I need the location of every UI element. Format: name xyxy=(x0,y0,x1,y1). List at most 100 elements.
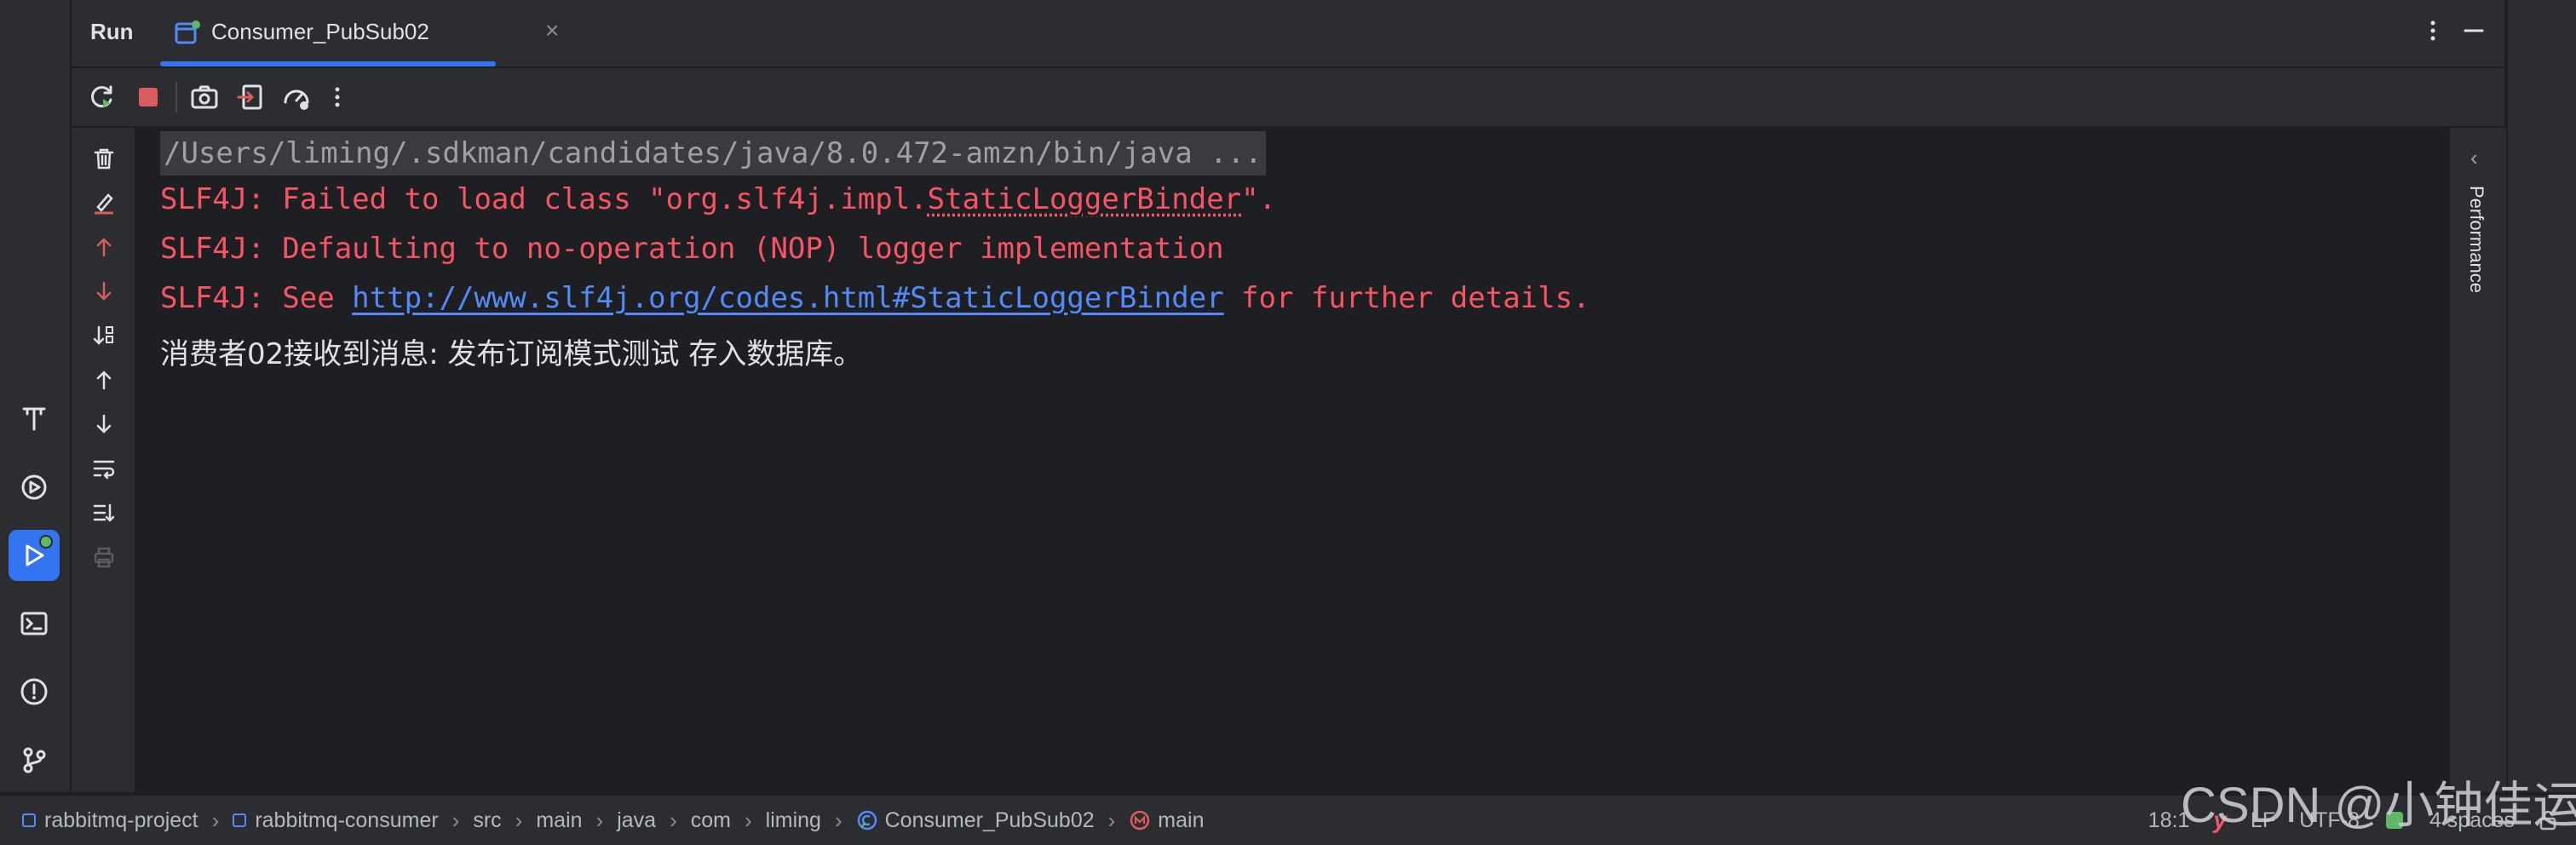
toolbar-separator xyxy=(175,82,177,112)
sort-icon xyxy=(91,323,117,348)
speedometer-icon xyxy=(281,82,312,112)
scroll-up-button[interactable] xyxy=(87,363,121,397)
console-text: SLF4J: Failed to load class "org.slf4j.i… xyxy=(160,182,928,216)
console-line-error: SLF4J: Failed to load class "org.slf4j.i… xyxy=(160,182,1276,216)
breadcrumb-label: rabbitmq-consumer xyxy=(255,808,438,833)
arrow-down-red-icon xyxy=(91,279,117,304)
arrow-down-icon xyxy=(91,411,117,437)
breadcrumb-separator: › xyxy=(745,808,752,834)
sort-button[interactable] xyxy=(87,319,121,353)
breadcrumb: rabbitmq-project › rabbitmq-consumer › s… xyxy=(22,796,1204,845)
breadcrumb-label: main xyxy=(1158,808,1204,833)
structure-tool-button[interactable] xyxy=(9,394,60,445)
console-line-error: SLF4J: See http://www.slf4j.org/codes.ht… xyxy=(160,281,1590,315)
breadcrumb-item-method[interactable]: main xyxy=(1129,808,1204,833)
scroll-to-end-button[interactable] xyxy=(87,496,121,530)
console-hyperlink[interactable]: http://www.slf4j.org/codes.html#StaticLo… xyxy=(352,281,1224,315)
module-icon xyxy=(233,813,246,827)
close-icon[interactable]: × xyxy=(545,17,559,44)
run-toolbar xyxy=(72,68,2504,128)
breadcrumb-item-liming[interactable]: liming xyxy=(766,808,821,833)
print-icon xyxy=(91,544,117,570)
run-panel-header: Run Consumer_PubSub02 × xyxy=(72,0,2504,68)
problems-icon xyxy=(19,676,49,707)
stop-button[interactable] xyxy=(131,80,165,114)
running-indicator-dot xyxy=(39,535,53,549)
breadcrumb-separator: › xyxy=(452,808,460,834)
breadcrumb-label: Consumer_PubSub02 xyxy=(885,808,1095,833)
console-text: ". xyxy=(1241,182,1276,216)
arrow-up-icon xyxy=(91,367,117,393)
breadcrumb-separator: › xyxy=(835,808,842,834)
soft-wrap-highlight-button[interactable] xyxy=(87,186,121,220)
clear-console-button[interactable] xyxy=(87,141,121,175)
breadcrumb-label: rabbitmq-project xyxy=(44,808,198,833)
problems-tool-button[interactable] xyxy=(9,666,60,717)
git-tool-button[interactable] xyxy=(9,734,60,785)
more-vertical-icon xyxy=(325,83,350,112)
minimize-icon[interactable] xyxy=(2458,15,2489,46)
services-tool-button[interactable] xyxy=(9,462,60,513)
breadcrumb-separator: › xyxy=(670,808,677,834)
dump-threads-button[interactable] xyxy=(187,80,221,114)
wrap-icon xyxy=(91,456,117,481)
print-button[interactable] xyxy=(87,540,121,574)
console-text: for further details. xyxy=(1224,281,1590,315)
breadcrumb-separator: › xyxy=(515,808,523,834)
run-config-icon xyxy=(174,19,203,48)
console-output[interactable]: /Users/liming/.sdkman/candidates/java/8.… xyxy=(136,128,2448,792)
breadcrumb-separator: › xyxy=(596,808,604,834)
profiler-button[interactable] xyxy=(279,80,313,114)
breadcrumb-item-java[interactable]: java xyxy=(617,808,656,833)
left-tool-strip xyxy=(0,0,72,792)
tab-consumer-pubsub02[interactable]: Consumer_PubSub02 × xyxy=(160,0,566,66)
scroll-down-button[interactable] xyxy=(87,407,121,441)
performance-tab[interactable]: Performance xyxy=(2465,186,2487,293)
console-command-line[interactable]: /Users/liming/.sdkman/candidates/java/8.… xyxy=(160,131,1266,175)
toolbar-more-button[interactable] xyxy=(320,80,354,114)
exit-icon xyxy=(236,83,265,112)
soft-wrap-button[interactable] xyxy=(87,451,121,486)
console-line-output: 消费者02接收到消息: 发布订阅模式测试 存入数据库。 xyxy=(160,331,862,372)
chevron-left-icon[interactable]: ‹ xyxy=(2470,145,2478,171)
breadcrumb-item-project[interactable]: rabbitmq-project xyxy=(22,808,198,833)
console-class-reference[interactable]: StaticLoggerBinder xyxy=(928,182,1241,216)
breadcrumb-item-module[interactable]: rabbitmq-consumer xyxy=(233,808,438,833)
performance-side-panel: ‹ Performance xyxy=(2448,128,2506,792)
module-icon xyxy=(22,813,36,827)
terminal-tool-button[interactable] xyxy=(9,598,60,649)
run-panel-title: Run xyxy=(90,19,134,45)
console-line-error: SLF4J: Defaulting to no-operation (NOP) … xyxy=(160,232,1224,266)
services-icon xyxy=(19,472,49,503)
class-icon xyxy=(856,809,878,831)
breadcrumb-item-src[interactable]: src xyxy=(473,808,501,833)
breadcrumb-separator: › xyxy=(212,808,220,834)
camera-icon xyxy=(190,83,219,112)
stop-icon xyxy=(135,84,161,110)
rerun-button[interactable] xyxy=(85,80,119,114)
next-error-button[interactable] xyxy=(87,274,121,308)
console-side-toolbar xyxy=(72,128,135,792)
console-text: SLF4J: See xyxy=(160,281,352,315)
scroll-to-end-icon xyxy=(91,500,117,526)
breadcrumb-item-class[interactable]: Consumer_PubSub02 xyxy=(856,808,1095,833)
more-options-icon[interactable] xyxy=(2418,15,2448,46)
text-tool-icon xyxy=(19,404,49,434)
run-tool-button[interactable] xyxy=(9,530,60,581)
rerun-icon xyxy=(88,83,117,112)
terminal-icon xyxy=(19,608,49,639)
watermark: CSDN @小钟佳运 xyxy=(2181,765,2576,836)
tab-label: Consumer_PubSub02 xyxy=(211,19,429,45)
trash-icon xyxy=(91,146,117,171)
arrow-up-red-icon xyxy=(91,234,117,260)
pen-icon xyxy=(91,190,117,216)
right-tool-strip xyxy=(2506,0,2576,792)
exit-button[interactable] xyxy=(233,80,267,114)
git-branch-icon xyxy=(19,744,49,775)
method-icon xyxy=(1129,809,1151,831)
breadcrumb-item-main[interactable]: main xyxy=(536,808,582,833)
active-tab-indicator xyxy=(160,61,496,66)
breadcrumb-item-com[interactable]: com xyxy=(691,808,731,833)
previous-error-button[interactable] xyxy=(87,230,121,264)
breadcrumb-separator: › xyxy=(1108,808,1116,834)
